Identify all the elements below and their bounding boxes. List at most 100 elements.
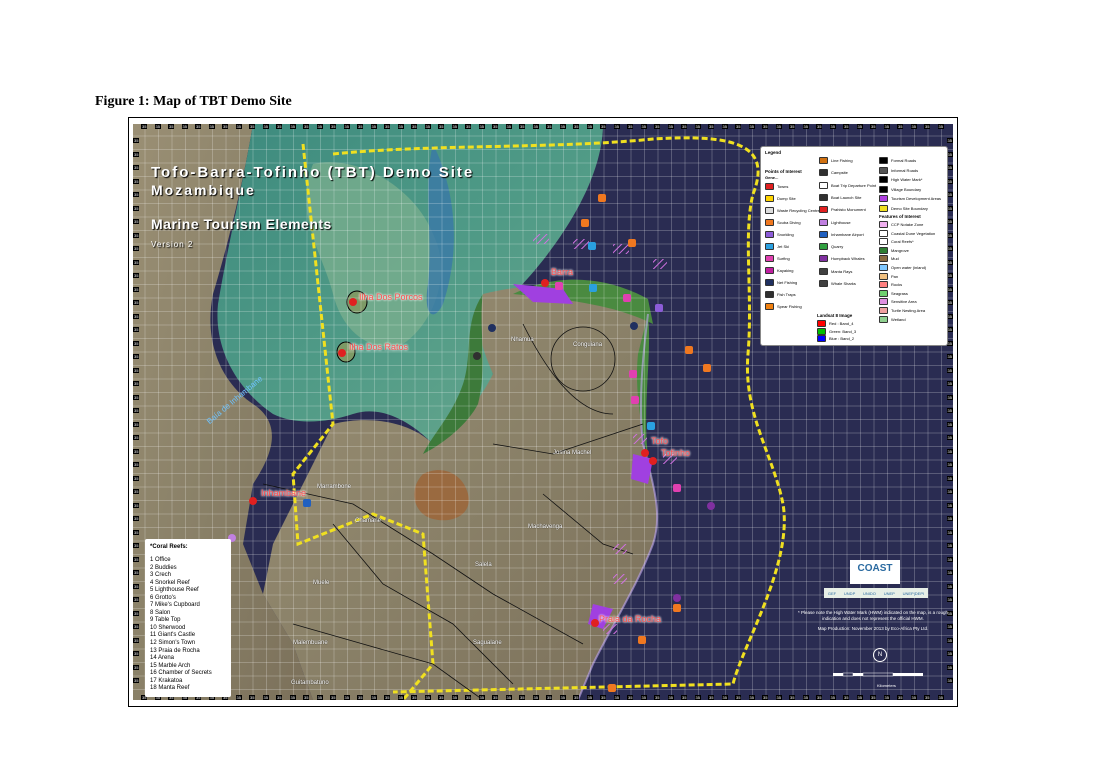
legend-label: Village Boundary [891,186,922,192]
grid-edge-label: 35 [438,124,445,129]
surfing-icon[interactable] [629,370,637,378]
legend-swatch [879,238,888,246]
map-canvas[interactable]: 35 35 35 35 35 35 35 35 35 35 35 35 35 35 35 35 35 35 35 35… [133,124,953,700]
grid-edge-label: 35 [559,695,566,700]
legend-item: Spear Fishing [765,303,802,310]
legend-label: Mangrove [891,247,909,253]
grid-edge-label: 35 [694,695,701,700]
humpback-whale-icon[interactable] [673,594,681,602]
scale-bar-graphic [833,672,923,677]
town-marker[interactable] [338,349,346,357]
scuba-diving-icon[interactable] [703,364,711,372]
net-fishing-icon[interactable] [630,322,638,330]
legend-swatch [817,320,826,327]
grid-edge-label: 35 [667,695,674,700]
grid-edge-label: 35 [133,597,140,602]
grid-edge-label: 35 [946,678,953,683]
legend-title: Legend [765,150,782,155]
surfing-icon[interactable] [555,282,563,290]
town-marker[interactable] [641,449,649,457]
grid-edge-label: 35 [235,695,242,700]
grid-edge-label: 35 [870,124,877,129]
scuba-diving-icon[interactable] [598,194,606,202]
legend-item: Seagrass [879,289,908,297]
grid-edge-label: 35 [613,695,620,700]
grid-edge-label: 35 [946,637,953,643]
grid-edge-label: 35 [262,124,269,129]
label-machavenga: Machavenga [528,524,563,530]
grid-edge-label: 35 [133,556,140,562]
scuba-diving-icon[interactable] [638,636,646,644]
scuba-diving-icon[interactable] [581,219,589,227]
grid-edge-label: 35 [181,124,188,129]
grid-edge-label: 35 [133,475,140,481]
legend-swatch [765,207,774,214]
production-note: Map Production: November 2013 by Eco-Afr… [817,626,929,631]
legend-swatch [879,229,888,237]
grid-edge-label: 35 [735,124,742,129]
partner-logo: UNEP|DEPI [902,590,925,596]
grid-edge-label: 35 [762,124,769,129]
grid-edge-label: 35 [946,597,953,602]
grid-edge-label: 35 [775,695,782,700]
grid-edge-label: 35 [133,232,140,238]
legend-swatch [819,169,828,177]
label-malembuane: Malembuane [293,640,328,646]
logo-area: COAST GEF UNDP UNIDO UNEP UNEP|DEPI [818,556,934,612]
legend-label: Turtle Nesting Area [891,308,926,313]
grid-edge-label: 35 [133,313,140,319]
town-marker[interactable] [649,457,657,465]
jet-ski-icon[interactable] [647,422,655,430]
grid-edge-label: 35 [289,695,296,700]
label-barra: Barra [551,267,574,277]
grid-edge-label: 35 [133,259,140,265]
snorkling-icon[interactable] [655,304,663,312]
legend-item: Mud [879,255,899,263]
scuba-diving-icon[interactable] [685,346,693,354]
grid-edge-label: 35 [708,124,715,129]
town-marker[interactable] [349,298,357,306]
legend-label: High Water Mark* [891,177,923,182]
fish-traps-icon[interactable] [473,352,481,360]
legend-label: Prahisto Monument [831,207,866,213]
surfing-icon[interactable] [631,396,639,404]
jet-ski-icon[interactable] [588,242,596,250]
grid-edge-label: 35 [946,583,953,589]
grid-edge-label: 35 [883,695,890,700]
map-subtitle: Marine Tourism Elements [151,216,332,232]
scuba-diving-icon[interactable] [608,684,616,692]
legend-swatch [765,219,774,226]
legend-item: Kayaking [765,267,793,274]
legend-item: Boat Launch Site [819,193,861,201]
legend-swatch [765,231,774,238]
legend-swatch [879,246,888,254]
surfing-icon[interactable] [673,484,681,492]
scuba-diving-icon[interactable] [673,604,681,612]
legend-item: Towns [765,183,788,190]
town-marker[interactable] [591,619,599,627]
label-ilha-porcos: Ilha Dos Porcos [359,292,423,302]
legend-item: Sensitive Area [879,298,917,306]
net-fishing-icon[interactable] [488,324,496,332]
grid-edge-label: 35 [897,124,904,129]
town-marker[interactable] [541,279,549,287]
legend-label: Open water (inland) [891,265,927,270]
grid-edge-label: 35 [357,124,364,129]
grid-edge-label: 35 [133,529,140,535]
airport-icon[interactable] [303,499,311,507]
grid-edge-label: 35 [133,421,140,427]
scuba-diving-icon[interactable] [628,239,636,247]
grid-edge-label: 35 [262,695,269,700]
grid-edge-label: 35 [133,610,140,616]
town-marker[interactable] [249,497,257,505]
humpback-whale-icon[interactable] [707,502,715,510]
legend-swatch [819,157,828,164]
legend-swatch [819,255,828,263]
legend-label: Boat Trip Departure Point [831,182,877,188]
grid-edge-label: 35 [133,624,140,629]
grid-edge-label: 35 [559,124,566,129]
jet-ski-icon[interactable] [589,284,597,292]
coral-reefs-list: 1 Office 2 Buddies 3 Crech 4 Snorkel Reef 5 … [150,557,212,693]
grid-edge-label: 35 [946,381,953,386]
surfing-icon[interactable] [623,294,631,302]
